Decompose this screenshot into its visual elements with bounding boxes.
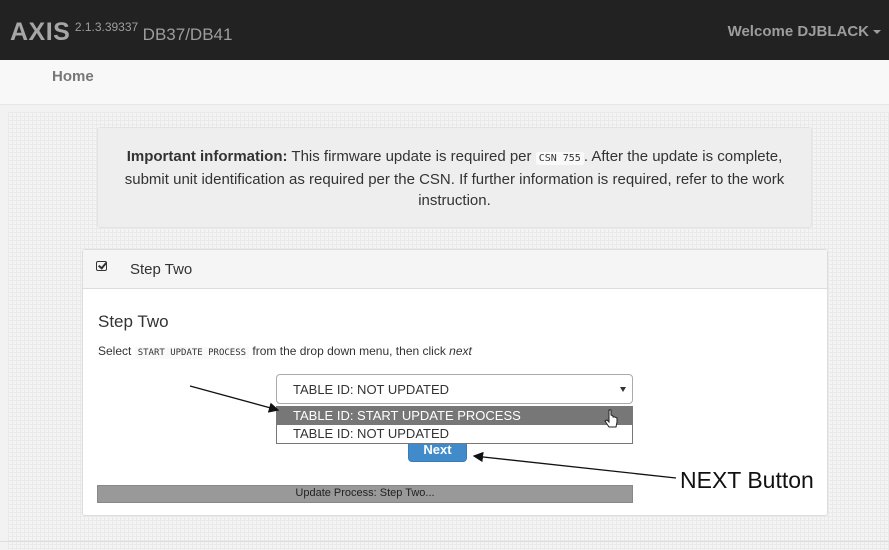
next-button-callout: NEXT Button xyxy=(680,467,814,493)
caret-down-icon xyxy=(620,387,626,392)
brand-db: DB37/DB41 xyxy=(142,25,233,44)
progress-bar: Update Process: Step Two... xyxy=(97,485,633,503)
csn-code: CSN 755 xyxy=(535,152,584,165)
caret-down-icon xyxy=(873,30,881,35)
info-text-1: This firmware update is required per xyxy=(287,148,536,165)
option-start-update[interactable]: TABLE ID: START UPDATE PROCESS xyxy=(277,407,632,425)
important-info-alert: Important information: This firmware upd… xyxy=(97,127,812,228)
home-link[interactable]: Home xyxy=(52,68,94,85)
instr-prefix: Select xyxy=(98,344,135,358)
panel-heading: Step Two xyxy=(83,250,827,289)
breadcrumb-bar: Home xyxy=(0,60,889,105)
welcome-text: Welcome DJBLACK xyxy=(727,23,869,40)
instr-next: next xyxy=(449,344,472,358)
step-title: Step Two xyxy=(98,312,169,331)
divider xyxy=(0,541,889,542)
top-navbar: AXIS 2.1.3.39337 DB37/DB41 Welcome DJBLA… xyxy=(0,0,889,60)
select-dropdown: TABLE ID: START UPDATE PROCESS TABLE ID:… xyxy=(276,406,633,444)
brand[interactable]: AXIS 2.1.3.39337 DB37/DB41 xyxy=(10,18,232,47)
user-menu[interactable]: Welcome DJBLACK xyxy=(728,23,881,40)
next-button[interactable]: Next xyxy=(408,444,467,462)
pointer-cursor-icon xyxy=(604,409,618,428)
check-square-icon xyxy=(96,261,107,271)
step-instructions: Select START UPDATE PROCESS from the dro… xyxy=(98,344,472,359)
info-heading: Important information: xyxy=(126,148,288,165)
table-id-select[interactable]: TABLE ID: NOT UPDATED xyxy=(276,374,633,404)
instr-middle: from the drop down menu, then click xyxy=(249,344,450,358)
brand-version: 2.1.3.39337 xyxy=(74,20,139,34)
instr-code: START UPDATE PROCESS xyxy=(134,347,250,359)
progress-label: Update Process: Step Two... xyxy=(295,487,435,499)
panel-heading-title: Step Two xyxy=(130,261,193,278)
brand-name: AXIS xyxy=(10,18,71,46)
select-value: TABLE ID: NOT UPDATED xyxy=(293,382,450,397)
option-not-updated[interactable]: TABLE ID: NOT UPDATED xyxy=(277,425,632,443)
